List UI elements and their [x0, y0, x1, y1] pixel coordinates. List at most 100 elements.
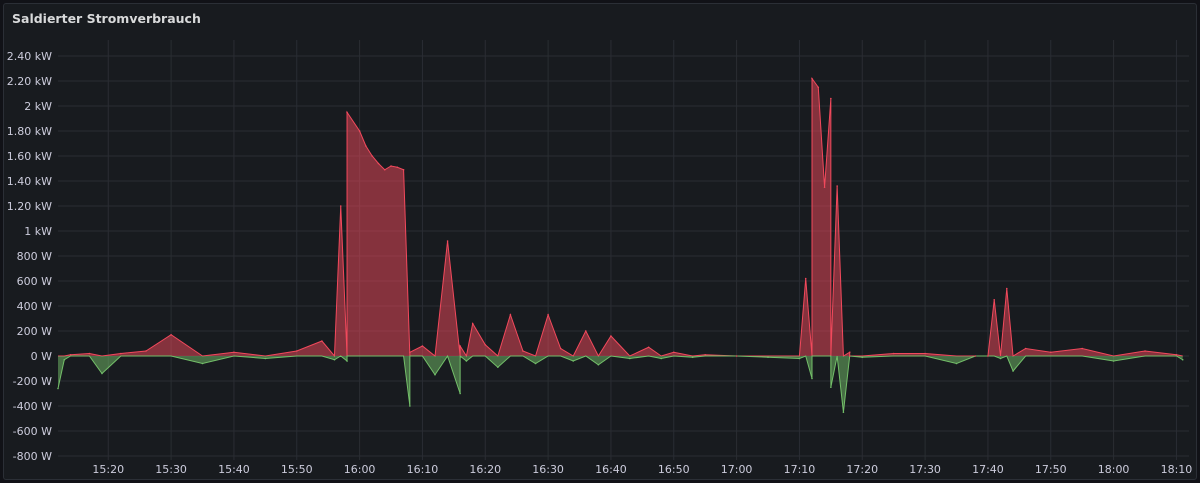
data-point	[421, 345, 424, 347]
power-chart[interactable]: 2.40 kW 2.20 kW 2 kW 1.80 kW 1.60 kW 1.40 kW 1…	[0, 0, 1200, 483]
data-point	[1112, 360, 1115, 362]
data-point	[1175, 353, 1178, 356]
data-point	[547, 313, 549, 316]
x-tick-label: 17:10	[784, 463, 816, 476]
data-point	[484, 343, 487, 346]
y-tick-label: 600 W	[17, 275, 52, 288]
x-tick-label: 15:30	[155, 463, 187, 476]
data-point	[522, 350, 524, 352]
data-point	[233, 351, 235, 354]
chart-series	[57, 76, 1184, 414]
x-tick-label: 15:50	[281, 463, 313, 476]
y-tick-label: 1.20 kW	[7, 200, 52, 213]
x-tick-label: 16:20	[469, 463, 501, 476]
data-point	[924, 352, 926, 355]
data-point	[120, 352, 122, 355]
data-point	[704, 353, 706, 356]
data-point	[848, 351, 851, 354]
data-point	[610, 335, 612, 337]
data-point	[811, 377, 813, 380]
x-tick-label: 17:50	[1035, 463, 1067, 476]
data-point	[823, 186, 826, 189]
y-tick-label: -600 W	[13, 425, 52, 438]
data-point	[409, 405, 411, 407]
y-tick-label: 400 W	[17, 300, 52, 313]
y-tick-label: 200 W	[17, 325, 52, 338]
y-tick-label: -400 W	[13, 400, 52, 413]
data-point	[295, 350, 298, 352]
data-point	[892, 352, 895, 355]
y-axis: 2.40 kW 2.20 kW 2 kW 1.80 kW 1.60 kW 1.40 kW 1…	[7, 50, 52, 463]
export-area	[58, 356, 1183, 413]
import-area	[58, 78, 1183, 356]
data-point	[647, 346, 650, 349]
data-point	[628, 357, 631, 360]
data-point	[585, 330, 587, 332]
x-tick-label: 17:20	[846, 463, 878, 476]
data-point	[767, 356, 769, 359]
data-point	[1024, 347, 1027, 350]
data-point	[999, 357, 1002, 360]
data-point	[371, 155, 373, 157]
data-point	[798, 357, 801, 360]
data-point	[339, 205, 342, 207]
data-point	[459, 345, 461, 347]
x-tick-label: 16:00	[344, 463, 376, 476]
data-point	[559, 347, 562, 350]
x-tick-label: 15:20	[92, 463, 124, 476]
y-tick-label: -800 W	[13, 450, 52, 463]
data-point	[57, 387, 59, 390]
data-point	[201, 362, 204, 365]
y-tick-label: 1 kW	[24, 225, 52, 238]
y-tick-label: 1.40 kW	[7, 175, 52, 188]
data-point	[358, 130, 361, 132]
data-point	[830, 386, 832, 389]
data-point	[321, 340, 323, 342]
data-point	[830, 97, 832, 100]
data-point	[597, 363, 600, 366]
chart-grid	[58, 40, 1189, 460]
x-tick-label: 16:30	[532, 463, 564, 476]
data-point	[88, 352, 91, 355]
data-point	[497, 366, 499, 369]
data-point	[390, 165, 392, 167]
x-axis: 15:20 15:30 15:40 15:50 16:00 16:10 16:20 16:30…	[92, 463, 1192, 476]
y-tick-label: 2.40 kW	[7, 50, 52, 63]
data-point	[471, 322, 474, 325]
data-point	[1005, 287, 1008, 290]
x-tick-label: 16:10	[407, 463, 439, 476]
data-point	[446, 240, 449, 242]
data-point	[861, 356, 864, 359]
x-tick-label: 17:40	[972, 463, 1004, 476]
data-point	[145, 350, 147, 352]
data-point	[811, 77, 813, 80]
data-point	[69, 353, 72, 356]
data-point	[365, 145, 367, 147]
data-point	[346, 111, 348, 114]
x-tick-label: 16:40	[595, 463, 627, 476]
data-point	[333, 358, 336, 361]
y-tick-label: -200 W	[13, 375, 52, 388]
x-tick-label: 17:00	[721, 463, 753, 476]
data-point	[465, 360, 468, 362]
data-point	[396, 166, 399, 169]
y-tick-label: 0 W	[31, 350, 52, 363]
x-tick-label: 18:10	[1161, 463, 1193, 476]
data-point	[836, 185, 838, 187]
data-point	[660, 357, 662, 360]
data-point	[264, 357, 267, 360]
x-tick-label: 17:30	[909, 463, 941, 476]
data-point	[509, 313, 512, 316]
data-point	[534, 362, 537, 365]
data-point	[804, 277, 807, 280]
data-point	[63, 358, 66, 361]
data-point	[572, 360, 575, 362]
import-line	[58, 76, 1183, 358]
data-point	[848, 355, 851, 357]
data-point	[691, 356, 694, 359]
y-tick-label: 2 kW	[24, 100, 52, 113]
data-point	[101, 372, 103, 375]
data-point	[993, 298, 996, 301]
data-point	[170, 333, 172, 336]
data-point	[955, 362, 958, 365]
